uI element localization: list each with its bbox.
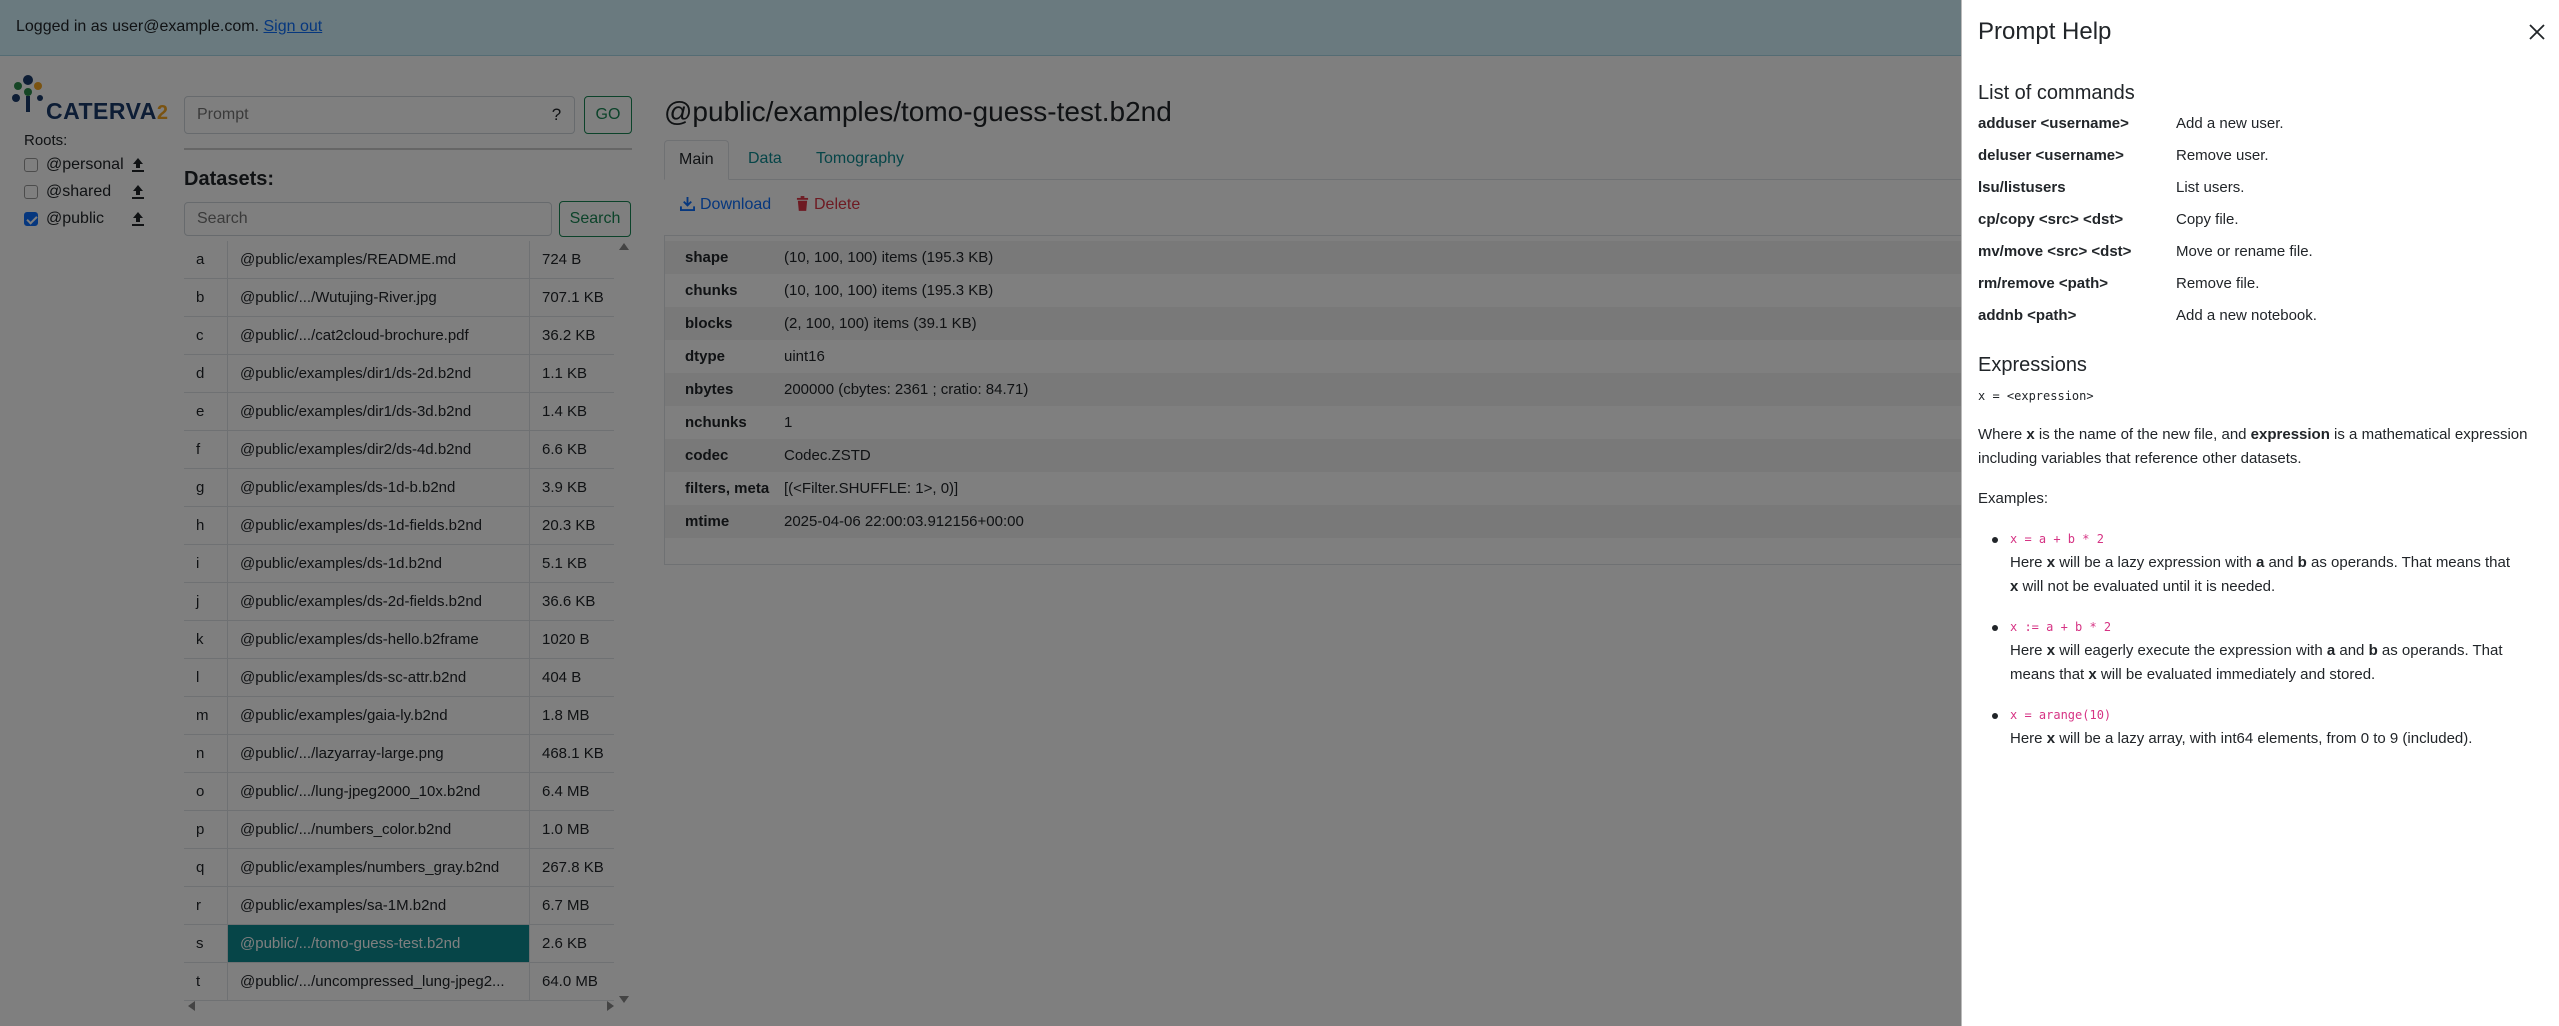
command-description: Move or rename file.	[2176, 243, 2313, 260]
example-code: x = arange(10)	[2010, 708, 2112, 722]
expressions-heading: Expressions	[1978, 354, 2087, 376]
prompt-help-panel: Prompt Help List of commands adduser <us…	[1961, 0, 2559, 1026]
command-row: rm/remove <path> Remove file.	[1978, 275, 2548, 297]
bullet-icon	[1992, 537, 1998, 543]
command-syntax: mv/move <src> <dst>	[1978, 243, 2132, 260]
example-text: Here x will be a lazy array, with int64 …	[2010, 730, 2473, 747]
command-description: Copy file.	[2176, 211, 2239, 228]
command-row: mv/move <src> <dst> Move or rename file.	[1978, 243, 2548, 265]
command-syntax: rm/remove <path>	[1978, 275, 2109, 292]
command-row: lsu/listusers List users.	[1978, 179, 2548, 201]
example-3: x = arange(10) Here x will be a lazy arr…	[2010, 703, 2550, 751]
command-syntax: cp/copy <src> <dst>	[1978, 211, 2124, 228]
command-row: deluser <username> Remove user.	[1978, 147, 2548, 169]
example-1: x = a + b * 2 Here x will be a lazy expr…	[2010, 527, 2550, 599]
example-2: x := a + b * 2 Here x will eagerly execu…	[2010, 615, 2550, 687]
expression-description: Where x is the name of the new file, and…	[1978, 426, 2528, 467]
command-description: Add a new notebook.	[2176, 307, 2317, 324]
command-description: Add a new user.	[2176, 115, 2284, 132]
command-description: Remove file.	[2176, 275, 2260, 292]
examples-heading: Examples:	[1978, 490, 2049, 507]
command-description: Remove user.	[2176, 147, 2269, 164]
example-text: Here x will be a lazy expression with a …	[2010, 554, 2511, 595]
example-code: x = a + b * 2	[2010, 532, 2104, 546]
close-icon[interactable]	[2527, 22, 2547, 42]
commands-heading: List of commands	[1978, 82, 2135, 104]
command-syntax: deluser <username>	[1978, 147, 2124, 164]
bullet-icon	[1992, 713, 1998, 719]
help-panel-title: Prompt Help	[1978, 18, 2112, 45]
command-syntax: lsu/listusers	[1978, 179, 2066, 196]
command-row: addnb <path> Add a new notebook.	[1978, 307, 2548, 329]
app-page: Logged in as user@example.com. Sign out …	[0, 0, 2559, 1026]
expression-syntax: x = <expression>	[1978, 389, 2094, 403]
example-code: x := a + b * 2	[2010, 620, 2112, 634]
command-description: List users.	[2176, 179, 2245, 196]
command-row: adduser <username> Add a new user.	[1978, 115, 2548, 137]
command-syntax: addnb <path>	[1978, 307, 2077, 324]
command-syntax: adduser <username>	[1978, 115, 2129, 132]
example-text: Here x will eagerly execute the expressi…	[2010, 642, 2503, 683]
bullet-icon	[1992, 625, 1998, 631]
command-row: cp/copy <src> <dst> Copy file.	[1978, 211, 2548, 233]
